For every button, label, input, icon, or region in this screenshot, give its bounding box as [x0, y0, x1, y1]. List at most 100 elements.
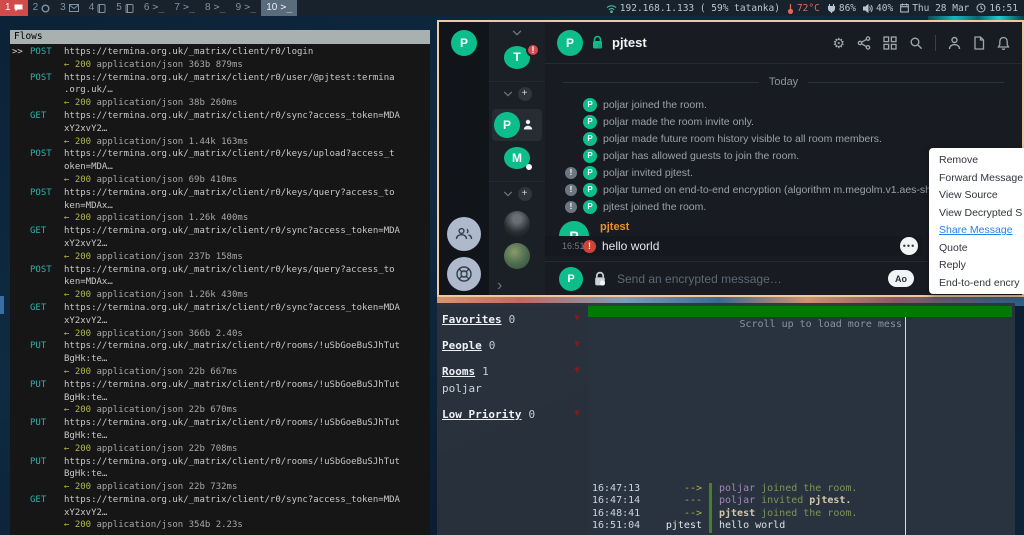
menu-item-forward-message[interactable]: Forward Message [929, 170, 1024, 188]
room-header-avatar[interactable]: P [557, 30, 583, 56]
room-avatar-m[interactable]: M [504, 147, 530, 169]
log-line: 16:48:41 --> pjtestjoined the room. [588, 508, 905, 521]
section-name: Rooms [442, 365, 475, 378]
apps-grid-icon[interactable] [883, 36, 897, 50]
http-method: PUT [30, 340, 64, 353]
room-avatar-t[interactable]: T ! [504, 46, 530, 68]
workspace-7[interactable]: 7>_ [169, 0, 200, 16]
add-room-button[interactable]: + [518, 87, 532, 101]
http-method: PUT [30, 456, 64, 469]
date-divider-label: Today [769, 76, 798, 88]
collapse-triangle-icon[interactable]: ▼ [574, 313, 580, 324]
collapse-triangle-icon[interactable]: ▼ [574, 365, 580, 376]
flow-row[interactable]: GEThttps://termina.org.uk/_matrix/client… [12, 110, 430, 148]
buffer-title-bar [588, 306, 1012, 317]
section-favorites[interactable]: Favorites0▼ [442, 313, 582, 326]
response-status: ← 200 [64, 60, 91, 70]
chevron-down-icon[interactable] [503, 91, 513, 97]
workspace-2[interactable]: 2 [28, 0, 56, 16]
date-status: Thu 28 Mar [900, 3, 969, 14]
section-people[interactable]: People0▼ [442, 339, 582, 352]
log-prefix: --> [650, 508, 702, 521]
request-url-wrap: xY2xvY2… [64, 507, 430, 520]
log-prefix: --- [650, 495, 702, 508]
response-status: ← 200 [64, 213, 91, 223]
workspace-5[interactable]: 5 [111, 0, 139, 16]
share-icon[interactable] [857, 36, 871, 50]
flow-row[interactable]: >>POSThttps://termina.org.uk/_matrix/cli… [12, 46, 430, 72]
workspace-1[interactable]: 1 [0, 0, 28, 16]
menu-item-view-decrypted-source[interactable]: View Decrypted S [929, 205, 1024, 223]
message-row[interactable]: 16:51 ! hello world ••• [545, 236, 922, 256]
battery-label: 86% [839, 3, 856, 14]
workspace-10[interactable]: 10>_ [261, 0, 297, 16]
menu-item-reply[interactable]: Reply [929, 257, 1024, 275]
formatting-toggle-button[interactable]: Ao [888, 270, 914, 287]
request-url: https://termina.org.uk/_matrix/client/r0… [64, 380, 400, 390]
chevron-down-icon[interactable] [511, 30, 523, 36]
avatar: P [583, 98, 597, 112]
section-count: 0 [489, 339, 496, 352]
gear-icon[interactable]: ⚙ [832, 36, 845, 50]
workspace-9[interactable]: 9>_ [231, 0, 262, 16]
menu-item-end-to-end-encryption[interactable]: End-to-end encry [929, 275, 1024, 293]
message-composer-input[interactable]: Send an encrypted message… [617, 272, 878, 286]
collapse-triangle-icon[interactable]: ▼ [574, 408, 580, 419]
collapse-triangle-icon[interactable]: ▼ [574, 339, 580, 350]
menu-item-remove[interactable]: Remove [929, 152, 1024, 170]
clock-icon [976, 3, 986, 13]
flow-row[interactable]: PUThttps://termina.org.uk/_matrix/client… [12, 456, 430, 494]
flow-row[interactable]: PUThttps://termina.org.uk/_matrix/client… [12, 340, 430, 378]
community-avatar[interactable] [504, 211, 530, 237]
members-icon[interactable] [948, 36, 961, 50]
search-icon[interactable] [909, 36, 923, 50]
flows-title-bar: Flows [10, 30, 430, 44]
network-status: 192.168.1.133 ( 59% tatanka) [606, 3, 780, 14]
workspace-3[interactable]: 3 [55, 0, 84, 16]
avatar: P [583, 132, 597, 146]
chat-buffer[interactable]: Scroll up to load more mess 16:47:13 -->… [588, 303, 1015, 535]
community-avatar[interactable] [504, 243, 530, 269]
calendar-icon [900, 3, 909, 13]
message-options-button[interactable]: ••• [900, 237, 918, 255]
section-name: Favorites [442, 313, 502, 326]
menu-item-quote[interactable]: Quote [929, 240, 1024, 258]
flow-row[interactable]: POSThttps://termina.org.uk/_matrix/clien… [12, 72, 430, 110]
scroll-notice: Scroll up to load more mess [588, 319, 902, 330]
request-url: https://termina.org.uk/_matrix/client/r0… [64, 457, 400, 467]
workspace-8[interactable]: 8>_ [200, 0, 231, 16]
flow-row[interactable]: PUThttps://termina.org.uk/_matrix/client… [12, 417, 430, 455]
room-item-selected[interactable]: P [492, 109, 542, 141]
menu-item-share-message[interactable]: Share Message [929, 222, 1024, 240]
workspace-6[interactable]: 6>_ [139, 0, 170, 16]
section-rooms[interactable]: Rooms1▼ [442, 365, 582, 378]
flow-row[interactable]: PUThttps://termina.org.uk/_matrix/client… [12, 379, 430, 417]
request-url-wrap: xY2xvY2… [64, 123, 430, 136]
user-menu-avatar[interactable]: P [451, 30, 477, 56]
people-button[interactable] [447, 217, 481, 251]
flow-row[interactable]: GEThttps://termina.org.uk/_matrix/client… [12, 225, 430, 263]
help-button[interactable] [447, 257, 481, 291]
flow-row[interactable]: GEThttps://termina.org.uk/_matrix/client… [12, 302, 430, 340]
message-text: hello world [602, 239, 659, 253]
add-community-button[interactable]: + [518, 187, 532, 201]
notifications-bell-icon[interactable] [997, 36, 1010, 50]
files-icon[interactable] [973, 36, 985, 50]
room-list-item-poljar[interactable]: poljar [442, 382, 582, 395]
flow-row[interactable]: GEThttps://termina.org.uk/_matrix/client… [12, 494, 430, 532]
plug-icon [827, 3, 836, 13]
response-status: ← 200 [64, 137, 91, 147]
flow-list[interactable]: >>POSThttps://termina.org.uk/_matrix/cli… [10, 44, 430, 532]
menu-item-view-source[interactable]: View Source [929, 187, 1024, 205]
unencrypted-warning-icon: ! [565, 201, 577, 213]
flow-row[interactable]: POSThttps://termina.org.uk/_matrix/clien… [12, 264, 430, 302]
request-url: https://termina.org.uk/_matrix/client/r0… [64, 111, 400, 121]
encrypted-lock-icon [593, 271, 607, 287]
flow-row[interactable]: POSThttps://termina.org.uk/_matrix/clien… [12, 187, 430, 225]
chevron-down-icon[interactable] [503, 191, 513, 197]
workspace-4[interactable]: 4 [84, 0, 112, 16]
flow-row[interactable]: POSThttps://termina.org.uk/_matrix/clien… [12, 148, 430, 186]
thermometer-icon [787, 3, 794, 14]
section-low-priority[interactable]: Low Priority0▼ [442, 408, 582, 421]
chevron-right-icon[interactable]: › [489, 277, 502, 295]
